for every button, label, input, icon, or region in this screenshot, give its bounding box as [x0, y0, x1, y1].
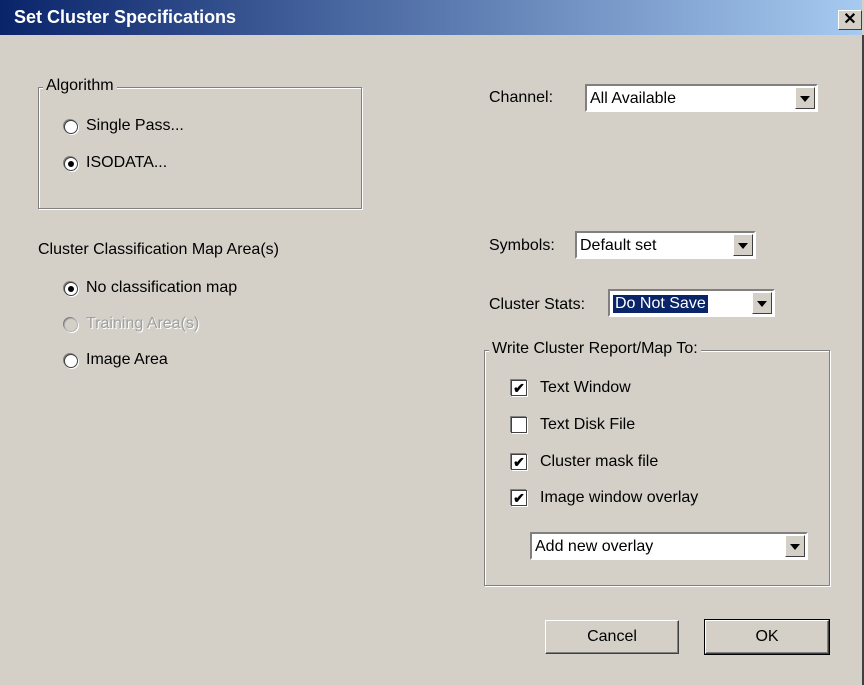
radio-isodata-label[interactable]: ISODATA...	[86, 154, 167, 172]
radio-no-classification-map-label[interactable]: No classification map	[86, 279, 237, 297]
checkbox-text-disk-file-label[interactable]: Text Disk File	[540, 416, 635, 434]
radio-image-area-label[interactable]: Image Area	[86, 351, 168, 369]
cluster-stats-label: Cluster Stats:	[489, 296, 586, 313]
radio-training-areas	[64, 318, 78, 332]
symbols-label: Symbols:	[489, 237, 555, 254]
chevron-down-icon[interactable]	[795, 87, 815, 109]
ok-button[interactable]: OK	[704, 619, 830, 655]
symbols-value: Default set	[580, 237, 657, 254]
window-title: Set Cluster Specifications	[14, 7, 237, 27]
chevron-down-icon[interactable]	[752, 292, 772, 314]
checkbox-text-disk-file[interactable]	[511, 417, 527, 433]
cluster-stats-value: Do Not Save	[612, 294, 709, 314]
checkbox-image-window-overlay[interactable]: ✔	[511, 490, 527, 506]
radio-isodata[interactable]	[64, 157, 78, 171]
radio-single-pass[interactable]	[64, 120, 78, 134]
checkbox-image-window-overlay-label[interactable]: Image window overlay	[540, 489, 698, 507]
cancel-button[interactable]: Cancel	[545, 620, 679, 654]
title-bar: Set Cluster Specifications ✕	[0, 0, 862, 35]
check-icon: ✔	[513, 380, 525, 396]
algorithm-legend: Algorithm	[43, 77, 117, 95]
report-legend: Write Cluster Report/Map To:	[489, 340, 701, 358]
channel-label: Channel:	[489, 89, 554, 106]
checkbox-cluster-mask-file-label[interactable]: Cluster mask file	[540, 453, 658, 471]
set-cluster-specifications-dialog: Set Cluster Specifications ✕ Algorithm S…	[0, 0, 864, 685]
chevron-down-icon[interactable]	[785, 535, 805, 557]
check-icon: ✔	[513, 454, 525, 470]
algorithm-group: Algorithm	[38, 77, 362, 209]
checkbox-text-window[interactable]: ✔	[511, 380, 527, 396]
radio-single-pass-label[interactable]: Single Pass...	[86, 117, 184, 135]
channel-select[interactable]: All Available	[585, 84, 818, 112]
overlay-select[interactable]: Add new overlay	[530, 532, 808, 560]
cluster-stats-select[interactable]: Do Not Save	[608, 289, 775, 317]
chevron-down-icon[interactable]	[733, 234, 753, 256]
checkbox-cluster-mask-file[interactable]: ✔	[511, 454, 527, 470]
close-icon: ✕	[843, 11, 857, 28]
check-icon: ✔	[513, 490, 525, 506]
channel-value: All Available	[590, 90, 676, 107]
symbols-select[interactable]: Default set	[575, 231, 756, 259]
radio-training-areas-label: Training Area(s)	[86, 315, 200, 332]
map-area-heading: Cluster Classification Map Area(s)	[38, 241, 279, 258]
checkbox-text-window-label[interactable]: Text Window	[540, 379, 631, 397]
radio-image-area[interactable]	[64, 354, 78, 368]
radio-no-classification-map[interactable]	[64, 282, 78, 296]
close-button[interactable]: ✕	[838, 10, 862, 30]
overlay-value: Add new overlay	[535, 538, 654, 555]
